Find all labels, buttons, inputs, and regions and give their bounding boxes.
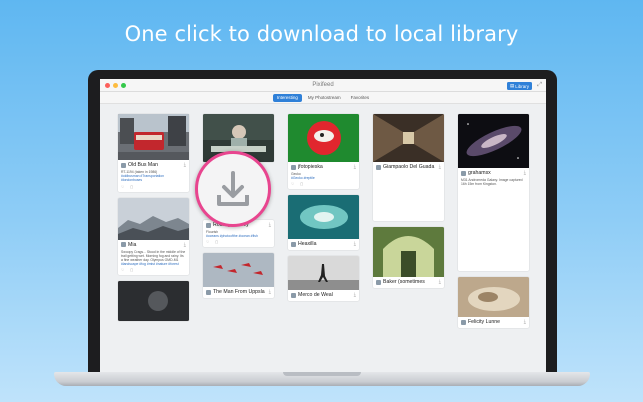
tags[interactable]: #Gecko #reptile <box>291 176 356 180</box>
tab-interesting[interactable]: Interesting <box>272 93 302 102</box>
download-icon[interactable]: ⤓ <box>354 292 356 298</box>
comment-icon: ▢ <box>130 184 134 189</box>
app-window: Pixifeed ▤ Library ⤢ Interesting My Phot… <box>100 79 546 372</box>
library-icon: ▤ <box>509 83 515 88</box>
download-badge[interactable] <box>195 151 271 227</box>
photo-card[interactable] <box>118 281 189 322</box>
download-icon[interactable]: ⤓ <box>439 279 441 285</box>
photo-rock <box>458 277 529 317</box>
tags[interactable]: #landscape #fog #mist #nature #forest <box>121 262 186 266</box>
library-button[interactable]: ▤ Library <box>506 82 532 90</box>
username[interactable]: Giampaolo Del Guada <box>383 164 437 170</box>
title-bar: Pixifeed ▤ Library ⤢ <box>100 79 546 92</box>
photo-andromeda <box>458 114 529 168</box>
photo-teal-glass <box>288 195 359 240</box>
download-icon[interactable]: ⤓ <box>269 289 271 295</box>
photo-card[interactable]: Giampaolo Del Guada ⤓ <box>373 114 444 221</box>
avatar <box>376 279 381 285</box>
photo-card[interactable]: grahamsx ⤓ M31 Andromeda Galaxy. Image c… <box>458 114 529 271</box>
photo-card[interactable]: Old Bus Man ⤓ RT-1194 (taken in 1986) #o… <box>118 114 189 192</box>
fave-icon: ♡ <box>206 240 210 245</box>
stats: ♡ ▢ <box>121 268 186 272</box>
photo-dark <box>118 281 189 322</box>
photo-card[interactable]: Merco de Weal ⤓ <box>288 256 359 302</box>
photo-card[interactable]: Felicity Lunne ⤓ <box>458 277 529 328</box>
comment-icon: ▢ <box>130 268 134 273</box>
username[interactable]: Baker (sometimes <box>383 279 437 285</box>
photo-gecko <box>288 114 359 162</box>
comment-icon: ▢ <box>215 240 219 245</box>
tags[interactable]: #oceans #photoofthe #ocean #fish <box>206 234 271 238</box>
fave-icon: ♡ <box>121 268 125 273</box>
caption <box>376 172 441 218</box>
stats: ♡ ▢ <box>206 240 271 244</box>
avatar <box>461 170 466 176</box>
avatar <box>461 319 466 325</box>
avatar <box>121 242 126 248</box>
tags[interactable]: #oldbusman #Transportation #londonbuses <box>121 174 186 182</box>
tab-bar: Interesting My Photostream Favorites <box>100 92 546 104</box>
photo-card[interactable]: Mia ⤓ Swoopy Crags... Stood in the middl… <box>118 197 189 276</box>
fave-icon: ♡ <box>121 184 125 189</box>
download-icon[interactable]: ⤓ <box>269 222 271 228</box>
avatar <box>291 241 296 247</box>
avatar <box>291 292 296 298</box>
avatar <box>376 164 381 170</box>
username[interactable]: Merco de Weal <box>298 292 352 298</box>
username[interactable]: Heaxilla <box>298 241 352 247</box>
download-icon[interactable]: ⤓ <box>524 170 526 176</box>
photo-green-arch <box>373 227 444 277</box>
username[interactable]: grahamsx <box>468 170 522 176</box>
download-icon[interactable]: ⤓ <box>354 241 356 247</box>
app-title: Pixifeed <box>312 82 334 88</box>
download-icon <box>217 171 249 206</box>
username[interactable]: The Man From Uppsla <box>213 289 267 295</box>
username[interactable]: Old Bus Man <box>128 162 182 168</box>
photo-corridor <box>373 114 444 162</box>
photo-card[interactable]: jfotopieska ⤓ Gecko #Gecko #reptile ♡ ▢ <box>288 114 359 190</box>
headline: One click to download to local library <box>124 22 519 46</box>
avatar <box>206 289 211 295</box>
download-icon[interactable]: ⤓ <box>184 242 186 248</box>
download-icon[interactable]: ⤓ <box>524 319 526 325</box>
photo-dancer <box>288 256 359 291</box>
grid-column: jfotopieska ⤓ Gecko #Gecko #reptile ♡ ▢ <box>288 114 359 307</box>
photo-grid: Old Bus Man ⤓ RT-1194 (taken in 1986) #o… <box>100 104 546 371</box>
stats: ♡ ▢ <box>291 182 356 186</box>
grid-column: Old Bus Man ⤓ RT-1194 (taken in 1986) #o… <box>118 114 189 327</box>
stats: ♡ ▢ <box>121 185 186 189</box>
download-icon[interactable]: ⤓ <box>439 164 441 170</box>
username[interactable]: Mia <box>128 242 182 248</box>
library-label: Library <box>515 83 529 89</box>
avatar <box>291 164 296 170</box>
comment-icon: ▢ <box>300 182 304 187</box>
avatar <box>121 162 126 168</box>
photo-card[interactable]: Heaxilla ⤓ <box>288 195 359 251</box>
tab-favorites[interactable]: Favorites <box>347 94 374 102</box>
download-icon[interactable]: ⤓ <box>354 164 356 170</box>
photo-bus-street <box>118 114 189 160</box>
photo-red-jets <box>203 253 274 288</box>
grid-column: Giampaolo Del Guada ⤓ Baker (sometimes ⤓ <box>373 114 444 294</box>
laptop-notch <box>283 372 361 376</box>
expand-icon[interactable]: ⤢ <box>537 82 542 89</box>
avatar <box>206 222 211 228</box>
username[interactable]: Felicity Lunne <box>468 319 522 325</box>
grid-column: grahamsx ⤓ M31 Andromeda Galaxy. Image c… <box>458 114 529 334</box>
tab-my-photostream[interactable]: My Photostream <box>304 94 345 102</box>
fave-icon: ♡ <box>291 182 295 187</box>
username[interactable]: jfotopieska <box>298 164 352 170</box>
photo-foggy-landscape <box>118 197 189 240</box>
caption: M31 Andromeda Galaxy. Image captured 16h… <box>461 178 523 187</box>
photo-card[interactable]: The Man From Uppsla ⤓ <box>203 253 274 299</box>
caption: Swoopy Crags... Stood in the middle of t… <box>121 249 186 263</box>
photo-card[interactable]: Baker (sometimes ⤓ <box>373 227 444 288</box>
download-icon[interactable]: ⤓ <box>184 162 186 168</box>
